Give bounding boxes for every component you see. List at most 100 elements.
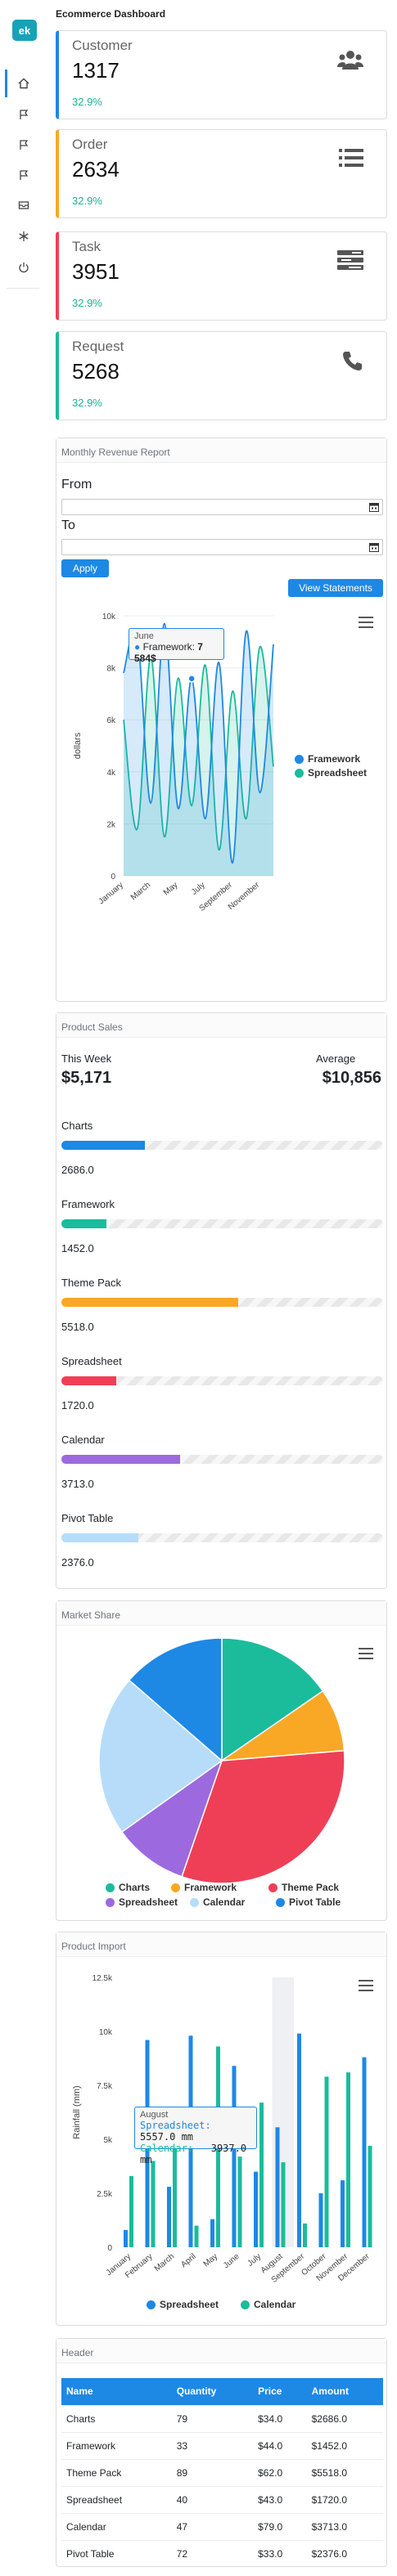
legend-swatch [241, 2300, 250, 2309]
table-cell: $1452.0 [306, 2431, 383, 2459]
bar-spreadsheet [362, 2057, 367, 2247]
power-icon [18, 263, 29, 273]
panel-title: Monthly Revenue Report [61, 447, 170, 458]
data-table-panel: Header Name Quantity Price Amount Charts 79 $… [56, 2338, 387, 2567]
view-statements-button[interactable]: View Statements [288, 579, 383, 597]
logo[interactable]: ek [12, 20, 37, 41]
calendar-icon[interactable] [369, 542, 379, 552]
x-tick-label: March [129, 881, 152, 902]
product-sales-panel: Product Sales This Week $5,171 Average $… [56, 1012, 387, 1589]
table-cell: Theme Pack [61, 2458, 172, 2486]
legend-swatch [295, 768, 304, 778]
highlight-point [187, 675, 196, 683]
y-tick-label: 7.5k [97, 2082, 113, 2091]
sidebar-item-snowflake[interactable] [5, 222, 39, 250]
table-cell: Framework [61, 2431, 172, 2459]
sidebar: ek [0, 0, 47, 2576]
pie-legend-item[interactable]: Calendar [190, 1896, 245, 1908]
product-value: 3713.0 [61, 1478, 94, 1490]
from-date-input[interactable] [61, 499, 383, 515]
legend-label: Spreadsheet [308, 767, 368, 779]
product-value: 1720.0 [61, 1399, 94, 1411]
sidebar-item-flag-3[interactable] [5, 161, 39, 189]
stat-label: Task [72, 239, 101, 254]
users-icon [337, 51, 363, 70]
sidebar-item-flag-2[interactable] [5, 131, 39, 159]
product-value: 2376.0 [61, 1556, 94, 1568]
legend-label: Calendar [203, 1896, 246, 1908]
average-label: Average [316, 1052, 356, 1065]
column-header[interactable]: Quantity [171, 2378, 254, 2405]
calendar-icon[interactable] [369, 502, 379, 512]
table-cell: 47 [171, 2512, 254, 2540]
legend-spreadsheet[interactable]: Spreadsheet [295, 767, 367, 779]
tooltip-title: June [134, 631, 154, 641]
inbox-icon [18, 201, 29, 209]
column-header[interactable]: Amount [306, 2378, 383, 2405]
sidebar-item-flag-1[interactable] [5, 101, 39, 128]
y-tick-label: 10k [99, 2028, 113, 2037]
phone-icon [343, 352, 362, 370]
tooltip-series-2: Calendar: [140, 2143, 194, 2154]
apply-button[interactable]: Apply [61, 559, 109, 577]
legend-swatch [276, 1897, 285, 1907]
y-tick-label: 12.5k [92, 1974, 113, 1983]
table-cell: Calendar [61, 2512, 172, 2540]
to-date-input[interactable] [61, 539, 383, 555]
logo-text: ek [18, 24, 31, 37]
bar-spreadsheet [318, 2193, 323, 2247]
pie-legend-item[interactable]: Framework [171, 1882, 237, 1893]
pie-legend-item[interactable]: Pivot Table [276, 1896, 341, 1908]
y-tick-label: 0 [111, 873, 115, 882]
revenue-panel: Monthly Revenue Report From To Apply Vie… [56, 438, 387, 1002]
legend-framework[interactable]: Framework [295, 753, 360, 765]
legend-swatch [171, 1883, 180, 1892]
table-cell: $62.0 [253, 2458, 307, 2486]
sidebar-item-inbox[interactable] [5, 191, 39, 219]
legend-calendar[interactable]: Calendar [241, 2299, 295, 2310]
y-tick-label: 10k [102, 613, 116, 622]
bar-calendar [151, 2161, 156, 2247]
legend-spreadsheet[interactable]: Spreadsheet [147, 2299, 219, 2310]
legend-swatch [190, 1897, 199, 1907]
panel-title: Header [61, 2347, 94, 2358]
table-row: Pivot Table 72 $33.0 $2376.0 [61, 2539, 383, 2567]
tooltip-title: August [140, 2110, 169, 2120]
table-row: Spreadsheet 40 $43.0 $1720.0 [61, 2485, 383, 2513]
legend-label: Theme Pack [282, 1882, 340, 1893]
tooltip-series-1: Spreadsheet: [140, 2120, 211, 2131]
app-title: Ecommerce Dashboard [56, 8, 166, 20]
bar-spreadsheet [341, 2180, 345, 2247]
y-tick-label: 2k [106, 820, 116, 829]
sidebar-item-home[interactable] [5, 70, 39, 97]
sidebar-item-power[interactable] [5, 254, 39, 281]
chart-tooltip: June ● Framework: 7 584$ [129, 628, 224, 664]
table-cell: 33 [171, 2431, 254, 2459]
bar-calendar [237, 2156, 242, 2247]
table-body: Charts 79 $34.0 $2686.0 Framework 33 $44.0 $145… [61, 2404, 383, 2567]
legend-swatch [147, 2300, 156, 2309]
product-value: 5518.0 [61, 1321, 94, 1333]
table-cell: Charts [61, 2404, 172, 2432]
column-header[interactable]: Price [253, 2378, 307, 2405]
pie-legend-item[interactable]: Theme Pack [268, 1882, 339, 1893]
table-row: Calendar 47 $79.0 $3713.0 [61, 2512, 383, 2540]
stat-value: 3951 [72, 259, 120, 284]
bar-spreadsheet [297, 2033, 301, 2247]
table-cell: 79 [171, 2404, 254, 2432]
stat-label: Order [72, 137, 108, 152]
column-header[interactable]: Name [61, 2378, 172, 2405]
pie-legend-item[interactable]: Charts [106, 1882, 150, 1893]
chart-tooltip: August Spreadsheet: 5557.0 mm Calendar: … [134, 2107, 257, 2165]
home-icon [18, 78, 29, 89]
market-share-pie-chart[interactable] [56, 1626, 386, 1887]
table-cell: $33.0 [253, 2539, 307, 2567]
table-cell: $44.0 [253, 2431, 307, 2459]
progress-fill [61, 1298, 239, 1307]
product-name: Pivot Table [61, 1512, 114, 1524]
y-axis-label: dollars [73, 732, 83, 759]
average-value: $10,856 [322, 1069, 381, 1087]
bar-calendar [259, 2103, 264, 2247]
pie-legend-item[interactable]: Spreadsheet [106, 1896, 178, 1908]
stat-label: Request [72, 339, 124, 354]
